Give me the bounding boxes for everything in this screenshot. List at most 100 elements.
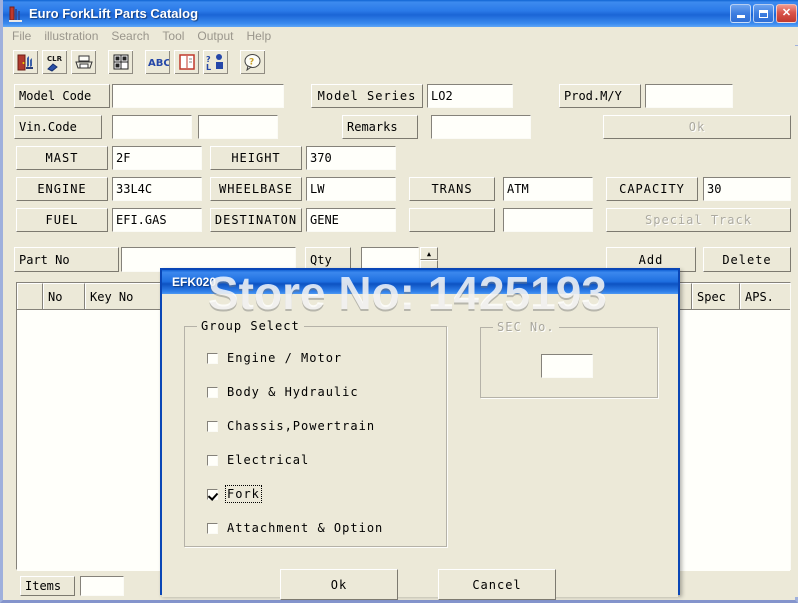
mast-input[interactable]: 2F (112, 146, 202, 170)
vin-code-input-1[interactable] (112, 115, 192, 139)
mast-button[interactable]: MAST (16, 146, 108, 170)
capacity-button[interactable]: CAPACITY (606, 177, 698, 201)
toolbar-separator-2 (136, 49, 144, 75)
checkbox-electrical[interactable]: Electrical (207, 453, 309, 467)
menu-output[interactable]: Output (197, 28, 242, 44)
svg-text:ABC: ABC (148, 58, 169, 69)
checkbox-attachment-option-label: Attachment & Option (227, 521, 384, 535)
checkbox-fork[interactable]: Fork (207, 485, 262, 503)
toolbar-separator-1 (99, 49, 107, 75)
book-icon-button[interactable] (173, 49, 200, 75)
vin-code-input-2[interactable] (198, 115, 278, 139)
print-icon-button[interactable] (70, 49, 97, 75)
menu-help[interactable]: Help (246, 28, 280, 44)
destination-input[interactable]: GENE (306, 208, 396, 232)
capacity-input[interactable]: 30 (703, 177, 791, 201)
checkbox-body-hydraulic[interactable]: Body & Hydraulic (207, 385, 359, 399)
sec-no-legend: SEC No. (493, 320, 559, 334)
wheelbase-button[interactable]: WHEELBASE (210, 177, 302, 201)
window-title: Euro ForkLift Parts Catalog (29, 6, 199, 21)
items-label: Items (20, 576, 75, 596)
title-bar: Euro ForkLift Parts Catalog ✕ (3, 0, 798, 27)
vin-code-label: Vin.Code (14, 115, 102, 139)
efk020-dialog: EFK020 Group Select Engine / Motor Body … (160, 268, 680, 600)
checkbox-fork-label: Fork (225, 485, 262, 503)
help-icon-button[interactable]: ? (239, 49, 266, 75)
checkbox-attachment-option-box[interactable] (207, 522, 218, 534)
checkbox-attachment-option[interactable]: Attachment & Option (207, 521, 383, 535)
checkbox-chassis-powertrain-label: Chassis,Powertrain (227, 419, 376, 433)
model-series-button[interactable]: Model Series (311, 84, 423, 108)
dialog-cancel-button[interactable]: Cancel (438, 569, 556, 600)
blank-button[interactable] (409, 208, 495, 232)
clear-eraser-icon-button[interactable]: CLR (41, 49, 68, 75)
prod-my-label: Prod.M/Y (559, 84, 641, 108)
blank-input[interactable] (503, 208, 593, 232)
dialog-title: EFK020 (172, 275, 217, 289)
toolbar-separator-3 (231, 49, 239, 75)
window-controls: ✕ (730, 4, 798, 23)
remarks-input[interactable] (431, 115, 531, 139)
delete-button[interactable]: Delete (703, 247, 791, 272)
remarks-label: Remarks (342, 115, 418, 139)
checkbox-engine-motor-box[interactable] (207, 352, 218, 364)
forklift-icon (7, 5, 25, 23)
grid-col-no[interactable]: No (43, 283, 85, 309)
checkbox-chassis-powertrain[interactable]: Chassis,Powertrain (207, 419, 375, 433)
height-button[interactable]: HEIGHT (210, 146, 302, 170)
svg-text:?: ? (249, 58, 254, 68)
model-code-input[interactable] (112, 84, 284, 108)
menu-tool[interactable]: Tool (162, 28, 193, 44)
toolbar: CLR ABC ? L ? (6, 46, 798, 78)
special-track-button[interactable]: Special Track (606, 208, 791, 232)
model-code-label: Model Code (14, 84, 110, 108)
minimize-button[interactable] (730, 4, 751, 23)
menu-search[interactable]: Search (111, 28, 158, 44)
height-input[interactable]: 370 (306, 146, 396, 170)
group-select-groupbox: Group Select Engine / Motor Body & Hydra… (184, 319, 447, 547)
ok-button[interactable]: Ok (603, 115, 791, 139)
sec-no-input[interactable] (541, 354, 593, 378)
grid-col-spec[interactable]: Spec (692, 283, 740, 309)
grid-col-aps[interactable]: APS. (740, 283, 790, 309)
checkbox-fork-box[interactable] (207, 488, 218, 500)
screen: Euro ForkLift Parts Catalog ✕ File illus… (0, 0, 798, 603)
svg-text:CLR: CLR (47, 55, 63, 63)
checkbox-body-hydraulic-label: Body & Hydraulic (227, 385, 359, 399)
menu-file[interactable]: File (12, 28, 40, 44)
dialog-title-bar: EFK020 (162, 270, 678, 294)
qty-spinner-up[interactable]: ▲ (420, 247, 438, 260)
prod-my-input[interactable] (645, 84, 733, 108)
abc-icon-button[interactable]: ABC (144, 49, 171, 75)
dialog-ok-button[interactable]: Ok (280, 569, 398, 600)
maximize-icon (759, 9, 768, 18)
minimize-icon (736, 15, 745, 18)
engine-button[interactable]: ENGINE (16, 177, 108, 201)
fuel-input[interactable]: EFI.GAS (112, 208, 202, 232)
trans-button[interactable]: TRANS (409, 177, 495, 201)
grid-col-blank[interactable] (17, 283, 43, 309)
checkbox-chassis-powertrain-box[interactable] (207, 420, 218, 432)
close-icon: ✕ (781, 7, 792, 19)
sec-no-groupbox: SEC No. (480, 320, 658, 398)
language-icon-button[interactable]: ? L (202, 49, 229, 75)
items-input[interactable] (80, 576, 124, 596)
grid-icon-button[interactable] (107, 49, 134, 75)
part-no-label: Part No (14, 247, 119, 272)
exit-door-icon-button[interactable] (12, 49, 39, 75)
checkbox-engine-motor[interactable]: Engine / Motor (207, 351, 342, 365)
menu-bar: File illustration Search Tool Output Hel… (6, 27, 798, 45)
maximize-button[interactable] (753, 4, 774, 23)
trans-input[interactable]: ATM (503, 177, 593, 201)
checkbox-body-hydraulic-box[interactable] (207, 386, 218, 398)
dialog-body: Group Select Engine / Motor Body & Hydra… (162, 294, 678, 600)
menu-illustration[interactable]: illustration (44, 28, 107, 44)
close-button[interactable]: ✕ (776, 4, 797, 23)
fuel-button[interactable]: FUEL (16, 208, 108, 232)
checkbox-engine-motor-label: Engine / Motor (227, 351, 343, 365)
checkbox-electrical-box[interactable] (207, 454, 218, 466)
engine-input[interactable]: 33L4C (112, 177, 202, 201)
wheelbase-input[interactable]: LW (306, 177, 396, 201)
model-series-input[interactable]: LO2 (427, 84, 513, 108)
destination-button[interactable]: DESTINATON (210, 208, 302, 232)
